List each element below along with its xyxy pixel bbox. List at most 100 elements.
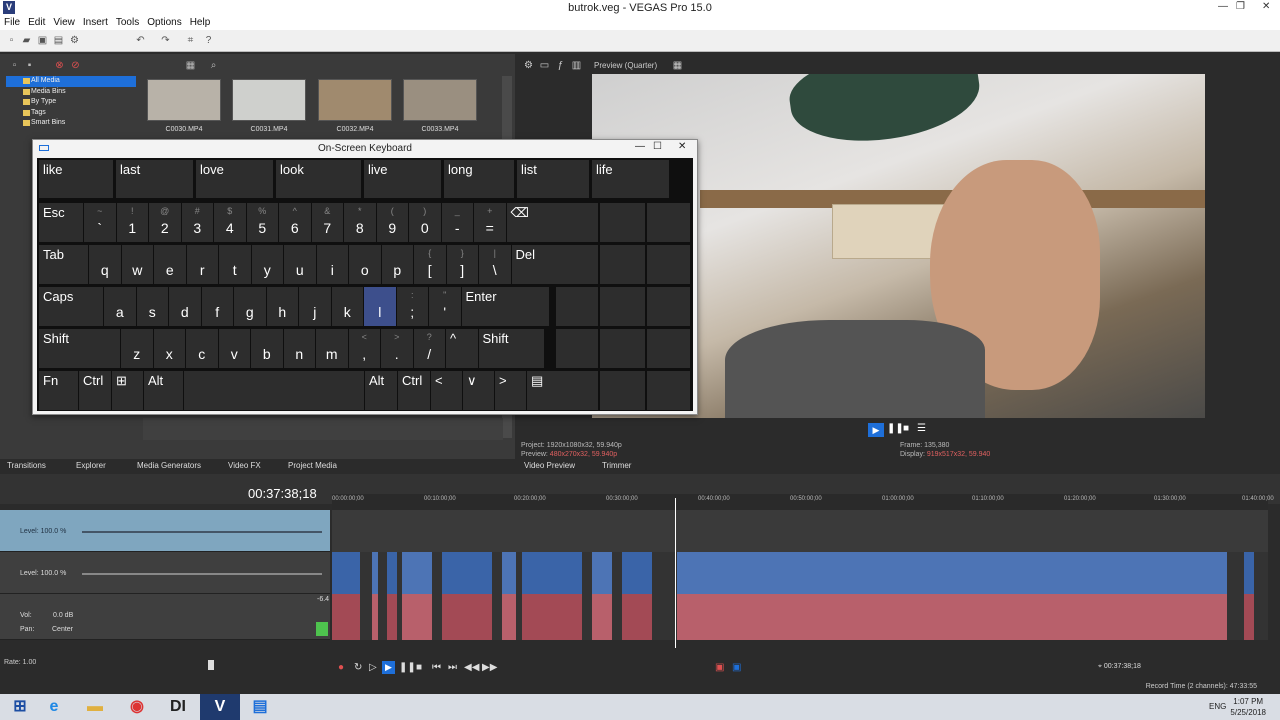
tab-explorer[interactable]: Explorer — [76, 461, 106, 470]
menu-view[interactable]: View — [49, 16, 79, 28]
settings-icon[interactable]: ⚙ — [523, 60, 534, 71]
menu-tools[interactable]: Tools — [112, 16, 143, 28]
menu-insert[interactable]: Insert — [79, 16, 112, 28]
clip-event[interactable] — [592, 552, 612, 594]
rate-slider[interactable] — [208, 660, 214, 670]
clip-event[interactable] — [402, 552, 432, 594]
prev-frame-icon[interactable]: ◀◀ — [464, 662, 479, 673]
nav-key[interactable] — [600, 287, 645, 326]
key[interactable]: o — [349, 245, 381, 284]
minimize-icon[interactable]: — — [1218, 1, 1228, 12]
play-icon[interactable]: ▶ — [382, 661, 395, 674]
key[interactable]: g — [234, 287, 266, 326]
new-icon[interactable]: ▫ — [6, 35, 17, 46]
key[interactable]: Del — [511, 245, 556, 284]
clip-event[interactable] — [402, 594, 432, 640]
key[interactable]: % 5 — [246, 203, 278, 242]
media-thumbnail[interactable] — [147, 79, 221, 121]
key[interactable]: d — [169, 287, 201, 326]
clip-event[interactable] — [677, 552, 1227, 594]
split-screen-icon[interactable]: ▥ — [571, 60, 582, 71]
key[interactable]: }] — [446, 245, 478, 284]
tree-item-by-type[interactable]: By Type — [6, 97, 136, 108]
key[interactable]: j — [299, 287, 331, 326]
key[interactable]: (9 — [376, 203, 408, 242]
close-icon[interactable]: ✕ — [1262, 1, 1270, 12]
loop-icon[interactable]: ↻ — [354, 662, 362, 673]
key[interactable]: q — [89, 245, 121, 284]
key[interactable]: s — [136, 287, 168, 326]
properties-icon[interactable]: ⚙ — [69, 35, 80, 46]
pause-icon[interactable]: ❚❚ — [399, 662, 416, 673]
key[interactable]: & 7 — [311, 203, 343, 242]
key[interactable]: _ - — [441, 203, 473, 242]
level-slider[interactable] — [82, 573, 322, 575]
play-from-start-icon[interactable]: ▷ — [369, 662, 377, 673]
key[interactable]: Alt — [144, 371, 183, 410]
clip-event[interactable] — [442, 552, 492, 594]
clip-event[interactable] — [592, 594, 612, 640]
key[interactable]: #3 — [181, 203, 213, 242]
overlays-icon[interactable]: ▦ — [672, 60, 683, 71]
menu-options[interactable]: Options — [143, 16, 185, 28]
nav-key[interactable] — [600, 329, 645, 368]
video-track-1-lane[interactable] — [332, 510, 1268, 552]
clip-event[interactable] — [372, 552, 378, 594]
video-track-2-lane[interactable] — [332, 552, 1268, 594]
key[interactable]: Enter — [461, 287, 549, 326]
stop-icon[interactable]: ■ — [903, 423, 909, 434]
key[interactable]: b — [251, 329, 283, 368]
menu-file[interactable]: File — [0, 16, 24, 28]
key[interactable]: n — [283, 329, 315, 368]
key[interactable]: ⌫ — [506, 203, 556, 242]
clip-event[interactable] — [522, 552, 582, 594]
chrome-icon[interactable]: ◉ — [117, 694, 157, 720]
key[interactable]: m — [316, 329, 348, 368]
remove-unused-icon[interactable]: ⊘ — [70, 60, 81, 71]
key[interactable]: e — [154, 245, 186, 284]
key[interactable]: r — [186, 245, 218, 284]
prediction-life[interactable]: life — [592, 160, 669, 198]
clip-event[interactable] — [372, 594, 378, 640]
key[interactable]: ^ — [446, 329, 478, 368]
nav-key[interactable] — [556, 287, 598, 326]
key[interactable]: h — [266, 287, 298, 326]
key[interactable]: k — [331, 287, 363, 326]
fx-icon[interactable]: ƒ — [555, 60, 566, 71]
video-track-1-header[interactable]: Level: 100.0 % — [0, 510, 330, 552]
clip-event[interactable] — [502, 594, 516, 640]
tab-transitions[interactable]: Transitions — [7, 461, 46, 470]
menu-edit[interactable]: Edit — [24, 16, 49, 28]
clip-event[interactable] — [622, 594, 652, 640]
key[interactable]: y — [251, 245, 283, 284]
prediction-list[interactable]: list — [517, 160, 589, 198]
nav-key[interactable] — [647, 287, 690, 326]
go-to-end-icon[interactable]: ⏭ — [448, 662, 457, 673]
play-icon[interactable]: ▶ — [868, 423, 884, 437]
key[interactable]: w — [121, 245, 153, 284]
timeline-ruler[interactable]: 00:00:00;00 00:10:00;00 00:20:00;00 00:3… — [332, 494, 1274, 510]
tab-trimmer[interactable]: Trimmer — [602, 461, 631, 470]
clip-event[interactable] — [1244, 552, 1254, 594]
key[interactable]: u — [284, 245, 316, 284]
restore-icon[interactable]: ❐ — [1236, 1, 1245, 12]
key[interactable]: Caps — [39, 287, 103, 326]
lock-envelopes-icon[interactable]: ▣ — [732, 662, 741, 673]
key[interactable]: Ctrl — [79, 371, 111, 410]
playhead-cursor[interactable] — [675, 498, 676, 648]
clip-event[interactable] — [1244, 594, 1254, 640]
remove-icon[interactable]: ⊗ — [54, 60, 65, 71]
key[interactable]: Esc — [39, 203, 83, 242]
pause-icon[interactable]: ❚❚ — [887, 423, 904, 434]
audio-track-header[interactable]: Vol: 0.0 dB Pan: Center -6.4 — [0, 594, 330, 640]
clip-event[interactable] — [622, 552, 652, 594]
key[interactable]: Alt — [365, 371, 397, 410]
nav-key[interactable] — [556, 203, 598, 242]
vegas-taskbar-icon[interactable]: V — [200, 694, 240, 720]
search-icon[interactable]: ⌕ — [208, 60, 219, 71]
prediction-long[interactable]: long — [444, 160, 514, 198]
key[interactable]: + = — [474, 203, 506, 242]
key[interactable]: ∨ — [463, 371, 494, 410]
key[interactable]: | \ — [479, 245, 511, 284]
key[interactable]: Ctrl — [398, 371, 430, 410]
